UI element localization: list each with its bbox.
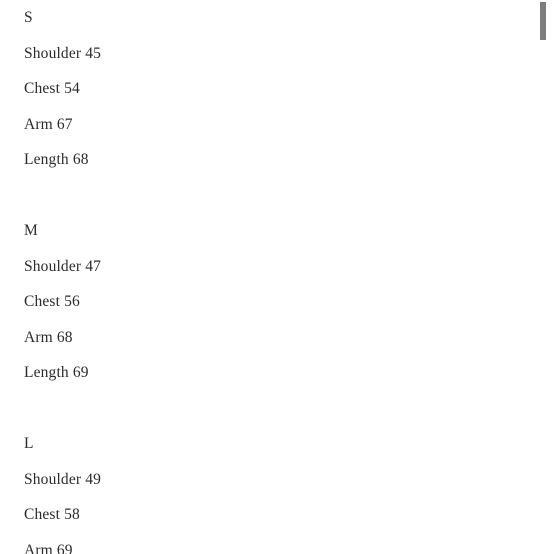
spec-line-chest: Chest 58 bbox=[24, 506, 80, 523]
group-separator bbox=[24, 391, 520, 427]
spec-line-chest: Chest 54 bbox=[24, 80, 80, 97]
spec-line-length: Length 68 bbox=[24, 151, 89, 168]
size-heading-m: M bbox=[24, 222, 38, 239]
size-chart-content: S Shoulder 45 Chest 54 Arm 67 Length 68 … bbox=[0, 0, 520, 554]
size-heading-s: S bbox=[24, 9, 33, 26]
scrollbar-track[interactable] bbox=[540, 0, 550, 554]
spec-line-arm: Arm 69 bbox=[24, 541, 73, 554]
spec-line-shoulder: Shoulder 47 bbox=[24, 257, 101, 275]
size-heading-l: L bbox=[24, 435, 34, 452]
spec-line-shoulder: Shoulder 45 bbox=[24, 44, 101, 62]
group-separator bbox=[24, 178, 520, 214]
spec-line-arm: Arm 67 bbox=[24, 115, 73, 133]
spec-line-arm: Arm 68 bbox=[24, 328, 73, 346]
spec-line-length: Length 69 bbox=[24, 364, 89, 381]
spec-line-shoulder: Shoulder 49 bbox=[24, 470, 101, 488]
page-root: S Shoulder 45 Chest 54 Arm 67 Length 68 … bbox=[0, 0, 554, 554]
scrollbar-thumb[interactable] bbox=[540, 2, 546, 40]
size-group-l: L Shoulder 49 Chest 58 Arm 69 bbox=[24, 426, 520, 554]
size-group-m: M Shoulder 47 Chest 56 Arm 68 Length 69 bbox=[24, 213, 520, 391]
size-group-s: S Shoulder 45 Chest 54 Arm 67 Length 68 bbox=[24, 0, 520, 178]
spec-line-chest: Chest 56 bbox=[24, 293, 80, 310]
